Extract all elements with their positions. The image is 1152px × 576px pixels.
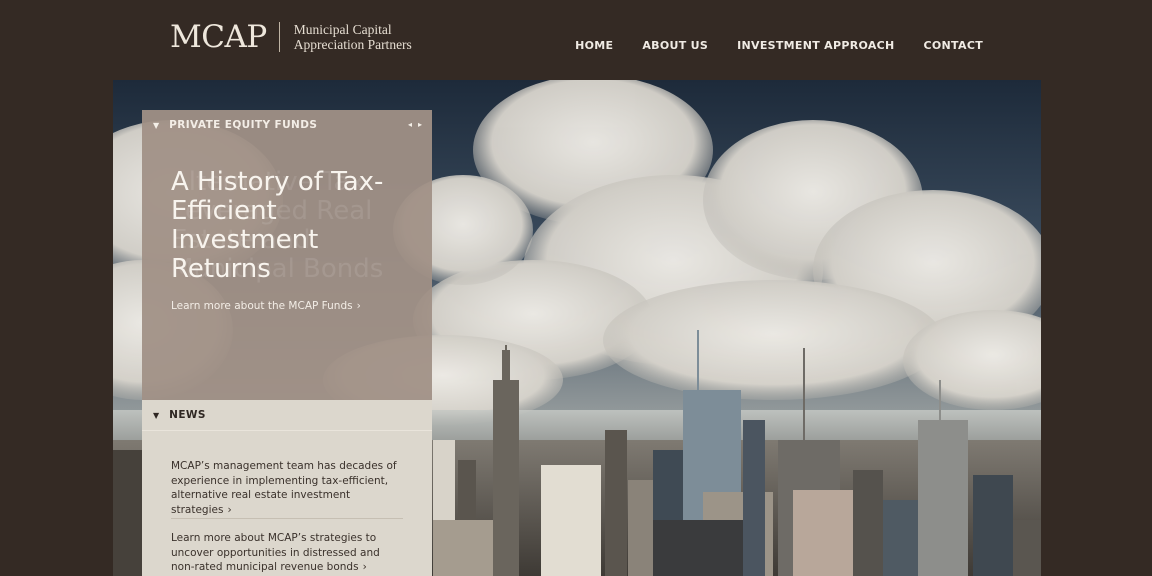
logo-divider [278, 22, 280, 52]
slide-arrows: ◂ ▸ [408, 120, 422, 129]
nav-about-us[interactable]: ABOUT US [642, 39, 708, 52]
news-divider [171, 518, 403, 519]
news-item[interactable]: MCAP’s management team has decades of ex… [171, 459, 403, 517]
chevron-right-icon: › [356, 300, 361, 312]
featured-panel: ▼ PRIVATE EQUITY FUNDS ◂ ▸ Alternative T… [142, 110, 432, 576]
news-item-text: Learn more about MCAP’s strategies to un… [171, 532, 380, 573]
logo-subtitle-line2: Appreciation Partners [293, 37, 412, 52]
expand-triangle-icon: ▼ [153, 410, 160, 420]
learn-more-funds-link[interactable]: Learn more about the MCAP Funds › [171, 300, 361, 312]
chevron-right-icon: › [227, 503, 232, 516]
main-nav: HOME ABOUT US INVESTMENT APPROACH CONTAC… [546, 39, 983, 52]
news-label: NEWS [169, 409, 206, 421]
previous-slide-icon[interactable]: ◂ [408, 120, 412, 129]
news-section: ▼ NEWS MCAP’s management team has decade… [142, 400, 432, 576]
private-equity-label: PRIVATE EQUITY FUNDS [169, 119, 318, 131]
expand-triangle-icon: ▼ [153, 120, 160, 130]
nav-home[interactable]: HOME [575, 39, 613, 52]
news-item-text: MCAP’s management team has decades of ex… [171, 460, 397, 516]
private-equity-header[interactable]: ▼ PRIVATE EQUITY FUNDS [153, 119, 317, 131]
site-logo[interactable]: MCAP Municipal Capital Appreciation Part… [170, 20, 412, 54]
logo-mark: MCAP [170, 19, 267, 55]
next-slide-icon[interactable]: ▸ [418, 120, 422, 129]
nav-investment-approach[interactable]: INVESTMENT APPROACH [737, 39, 894, 52]
logo-subtitle: Municipal Capital Appreciation Partners [294, 22, 412, 52]
learn-more-funds-label: Learn more about the MCAP Funds [171, 300, 353, 312]
chevron-right-icon: › [362, 561, 367, 573]
news-item[interactable]: Learn more about MCAP’s strategies to un… [171, 531, 403, 575]
nav-contact[interactable]: CONTACT [924, 39, 983, 52]
news-header[interactable]: ▼ NEWS [142, 400, 432, 431]
logo-subtitle-line1: Municipal Capital [293, 22, 392, 37]
private-equity-section: ▼ PRIVATE EQUITY FUNDS ◂ ▸ Alternative T… [142, 110, 432, 400]
slide-title: A History of Tax-Efficient Investment Re… [171, 167, 384, 284]
